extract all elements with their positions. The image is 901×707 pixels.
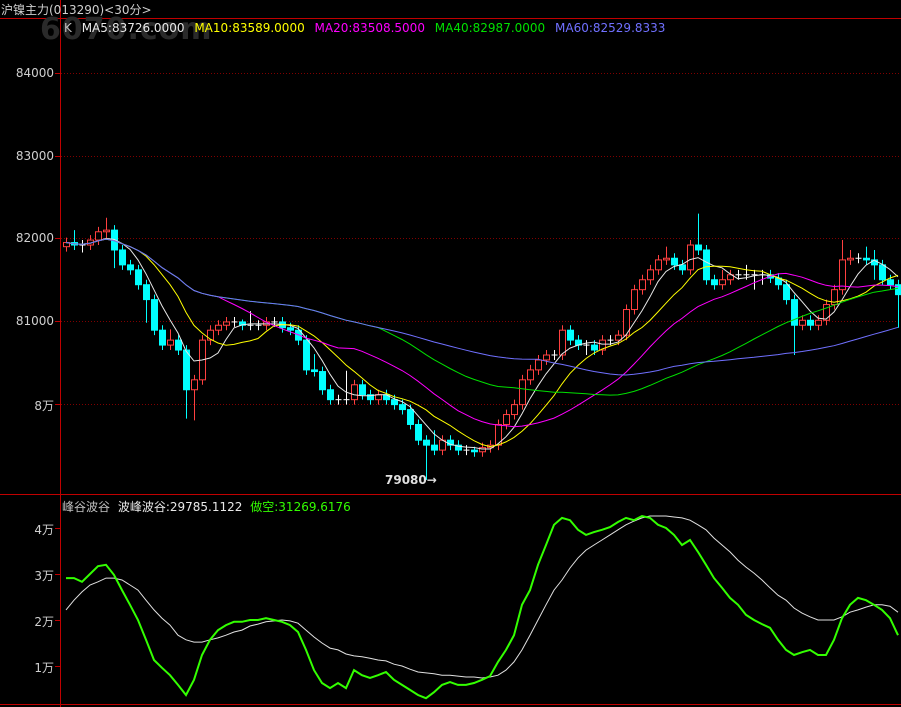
indicator-green-value: 做空:31269.6176 <box>250 500 351 514</box>
candle-body-down <box>391 399 398 406</box>
candle-body-down <box>415 423 422 441</box>
indicator-legend: 峰谷波谷 波峰波谷:29785.1122 做空:31269.6176 <box>62 498 355 515</box>
candle-body-down <box>359 384 366 396</box>
ind-tick-label: 3万 <box>34 569 54 583</box>
candle-body-down <box>671 257 678 266</box>
candle-body-up <box>719 279 726 286</box>
candle-body-up <box>639 279 646 291</box>
candle-body-down <box>327 389 334 401</box>
candle-body-up <box>631 289 638 311</box>
legend-ma10: MA10:83589.0000 <box>194 21 305 35</box>
candle-body-up <box>223 321 230 326</box>
candle-body-up <box>543 354 550 361</box>
candle-body-up <box>95 231 102 241</box>
ma40-line <box>65 238 899 396</box>
candle-body-down <box>431 444 438 451</box>
chart-canvas[interactable] <box>0 0 901 707</box>
ma10-line <box>65 238 899 448</box>
candle-body-up <box>655 259 662 271</box>
candle-body-down <box>135 269 142 286</box>
peak-valley-line <box>65 515 899 679</box>
candle-body-up <box>103 229 110 233</box>
candle-body-down <box>807 319 814 326</box>
candle-body-down <box>471 449 478 453</box>
candle-body-down <box>863 257 870 261</box>
legend-k: K <box>64 21 72 35</box>
ma60-line <box>65 238 899 376</box>
candle-body-down <box>119 249 126 266</box>
candle-body-down <box>695 244 702 251</box>
candle-body-up <box>535 359 542 371</box>
candle-body-down <box>407 409 414 425</box>
candle-body-up <box>375 394 382 401</box>
candle-body-up <box>503 414 510 425</box>
candle-body-up <box>815 319 822 326</box>
legend-ma20: MA20:83508.5000 <box>314 21 425 35</box>
candle-body-up <box>799 319 806 326</box>
candle-body-up <box>207 329 214 341</box>
ma-legend: K MA5:83726.0000 MA10:83589.0000 MA20:83… <box>64 21 671 35</box>
candle-body-up <box>351 384 358 401</box>
candle-body-down <box>679 264 686 271</box>
candle-body-up <box>167 339 174 346</box>
ind-tick-label: 4万 <box>34 523 54 537</box>
candle-body-up <box>559 329 566 356</box>
ma5-line <box>65 237 899 450</box>
candle-body-down <box>151 299 158 331</box>
candle-body-up <box>511 404 518 416</box>
candle-body-up <box>527 369 534 381</box>
candle-body-up <box>519 379 526 406</box>
candle-body-down <box>159 329 166 346</box>
candle-body-up <box>191 379 198 391</box>
candle-body-up <box>647 269 654 281</box>
low-price-annotation: 79080→ <box>385 473 437 487</box>
y-tick-label: 82000 <box>15 231 54 245</box>
indicator-white-value: 波峰波谷:29785.1122 <box>117 500 243 514</box>
candle-body-up <box>839 259 846 291</box>
y-tick-label: 83000 <box>15 149 54 163</box>
candle-body-down <box>591 344 598 351</box>
candle-body-down <box>887 279 894 286</box>
candle-body-down <box>183 349 190 391</box>
y-tick-label: 8万 <box>34 399 54 413</box>
candle-body-up <box>215 324 222 331</box>
candle-body-down <box>287 327 294 331</box>
candle-body-down <box>303 339 310 371</box>
indicator-name: 峰谷波谷 <box>62 500 111 514</box>
candle-body-down <box>783 284 790 301</box>
candle-body-down <box>703 249 710 281</box>
candle-body-down <box>175 339 182 351</box>
candle-body-up <box>663 257 670 261</box>
candle-body-down <box>127 264 134 271</box>
legend-ma60: MA60:82529.8333 <box>555 21 666 35</box>
candle-body-down <box>311 369 318 373</box>
candle-body-down <box>399 404 406 411</box>
candle-body-up <box>847 257 854 261</box>
candle-body-down <box>423 439 430 446</box>
y-tick-label: 84000 <box>15 66 54 80</box>
instrument-title: 沪镍主力(013290)<30分> <box>1 3 152 17</box>
short-line <box>66 514 899 700</box>
legend-ma40: MA40:82987.0000 <box>434 21 546 35</box>
ind-tick-label: 2万 <box>34 615 54 629</box>
y-tick-label: 81000 <box>15 314 54 328</box>
legend-ma5: MA5:83726.0000 <box>81 21 185 35</box>
candle-body-down <box>143 284 150 301</box>
candle-body-down <box>879 264 886 281</box>
candle-body-down <box>711 279 718 286</box>
candle-body-down <box>567 329 574 341</box>
ind-tick-label: 1万 <box>34 661 54 675</box>
candle-body-up <box>687 244 694 271</box>
ma20-line <box>65 238 899 428</box>
candle-body-down <box>791 299 798 326</box>
candle-body-down <box>319 371 326 391</box>
